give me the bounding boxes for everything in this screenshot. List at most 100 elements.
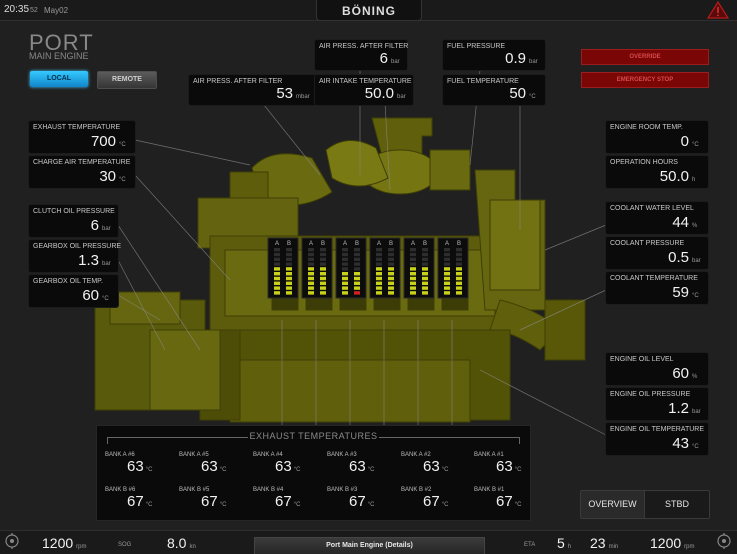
cylinder-gauge-segment <box>320 252 326 257</box>
cylinder-gauge-segment <box>286 248 292 252</box>
cylinder-gauge-segment <box>354 257 360 261</box>
cylinder-gauge-segment <box>456 248 462 252</box>
readout-unit: °C <box>529 94 536 100</box>
cylinder-gauge-label: A <box>377 241 381 247</box>
readout-label: FUEL PRESSURE <box>447 43 506 50</box>
cylinder-gauge-segment <box>320 276 326 281</box>
exhaust-cylinder: BANK A #1 63 °C <box>474 452 544 476</box>
readout-unit: °C <box>119 142 126 148</box>
cylinder-gauge-segment <box>274 272 280 276</box>
cylinder-gauge-segment <box>308 262 314 266</box>
readout-value: 59 <box>672 284 689 301</box>
cylinder-unit: °C <box>514 502 522 508</box>
stbd-button[interactable]: STBD <box>645 491 709 518</box>
readout-value: 30 <box>99 168 116 185</box>
port-rpm-value: 1200 <box>42 535 74 551</box>
cylinder-gauge-segment <box>342 291 348 295</box>
cylinder-gauge-segment <box>456 267 462 271</box>
cylinder-gauge <box>335 237 367 299</box>
cylinder-unit: °C <box>219 467 227 473</box>
cylinder-gauge-segment <box>422 291 428 295</box>
cylinder-gauge-segment <box>274 276 280 281</box>
readout-unit: bar <box>391 59 400 65</box>
eta-hours: 5h <box>557 535 571 551</box>
cylinder-gauge-segment <box>388 281 394 285</box>
exhaust-cylinder: BANK B #3 67 °C <box>327 487 397 511</box>
overview-button[interactable]: OVERVIEW <box>581 491 645 518</box>
date-label: May02 <box>44 6 69 15</box>
cylinder-gauge-label: B <box>355 241 359 247</box>
cylinder-value: 63 <box>423 458 440 475</box>
readout-label: FUEL TEMPERATURE <box>447 78 519 85</box>
cylinder-gauge-label: A <box>275 241 279 247</box>
exhaust-cylinder: BANK A #2 63 °C <box>401 452 471 476</box>
eta-hours-value: 5 <box>557 535 565 551</box>
readout-label: EXHAUST TEMPERATURE <box>33 124 121 131</box>
cylinder-gauge-segment <box>342 281 348 285</box>
stbd-engine-icon <box>717 533 731 549</box>
cylinder-gauge-segment <box>354 272 360 276</box>
cylinder-gauge-segment <box>388 286 394 290</box>
cylinder-gauge-segment <box>320 267 326 271</box>
readout-unit: °C <box>692 142 699 148</box>
cylinder-gauge-segment <box>456 276 462 281</box>
cylinder-gauge-segment <box>342 276 348 281</box>
cylinder-unit: °C <box>145 502 153 508</box>
readout-label: ENGINE ROOM TEMP. <box>610 124 683 131</box>
cylinder-gauge-segment <box>410 276 416 281</box>
readout-label: OPERATION HOURS <box>610 159 678 166</box>
alarm-warning-icon[interactable] <box>707 1 729 19</box>
cylinder-gauge-segment <box>274 262 280 266</box>
readout-value: 1.3 <box>78 252 99 269</box>
cylinder-gauge-segment <box>444 252 450 257</box>
remote-mode-button[interactable]: REMOTE <box>97 71 157 89</box>
cylinder-gauge-segment <box>410 272 416 276</box>
cylinder-gauge-segment <box>274 267 280 271</box>
cylinder-gauge-segment <box>456 272 462 276</box>
readout-label: ENGINE OIL LEVEL <box>610 356 674 363</box>
port-rpm: 1200 rpm <box>42 535 87 551</box>
eta-minutes-value: 23 <box>590 535 606 551</box>
cylinder-gauge-segment <box>308 267 314 271</box>
cylinder-unit: °C <box>367 502 375 508</box>
cylinder-gauge-label: A <box>411 241 415 247</box>
local-mode-button[interactable]: LOCAL <box>30 71 88 87</box>
override-button[interactable]: OVERRIDE <box>581 49 709 65</box>
cylinder-gauge-segment <box>422 272 428 276</box>
engine-subtitle: MAIN ENGINE <box>29 51 89 61</box>
cylinder-gauge-segment <box>286 291 292 295</box>
cylinder-gauge-segment <box>286 267 292 271</box>
cylinder-gauge-segment <box>354 291 360 295</box>
cylinder-unit: °C <box>514 467 522 473</box>
readout-engine-room-temp: ENGINE ROOM TEMP. 0 °C <box>606 121 708 153</box>
exhaust-cylinder: BANK B #2 67 °C <box>401 487 471 511</box>
readout-value: 50.0 <box>659 168 689 185</box>
cylinder-unit: °C <box>367 467 375 473</box>
clock-time: 20:3552 <box>4 4 38 15</box>
cylinder-gauge-segment <box>388 267 394 271</box>
cylinder-gauge-segment <box>410 291 416 295</box>
details-button[interactable]: Port Main Engine (Details) <box>254 537 485 554</box>
cylinder-gauge-segment <box>320 248 326 252</box>
cylinder-value: 67 <box>349 493 366 510</box>
cylinder-gauge-segment <box>456 257 462 261</box>
cylinder-gauge-segment <box>286 272 292 276</box>
cylinder-gauge-segment <box>388 272 394 276</box>
view-switcher: OVERVIEW STBD <box>580 490 710 519</box>
readout-unit: °C <box>692 444 699 450</box>
clock-seconds: 52 <box>30 7 38 14</box>
cylinder-gauge-segment <box>308 252 314 257</box>
emergency-stop-button[interactable]: EMERGENCY STOP <box>581 72 709 88</box>
readout-gearbox-oil-temp: GEARBOX OIL TEMP. 60 °C <box>29 275 118 307</box>
cylinder-value: 67 <box>127 493 144 510</box>
readout-label: COOLANT WATER LEVEL <box>610 205 694 212</box>
cylinder-gauge-segment <box>376 262 382 266</box>
cylinder-gauge-segment <box>376 286 382 290</box>
sog-unit: kn <box>189 544 196 550</box>
cylinder-gauge-segment <box>388 291 394 295</box>
cylinder-gauge-segment <box>342 248 348 252</box>
cylinder-gauge-segment <box>320 272 326 276</box>
readout-engine-oil-level: ENGINE OIL LEVEL 60% <box>606 353 708 385</box>
cylinder-gauge-label: B <box>287 241 291 247</box>
cylinder-gauge-segment <box>320 286 326 290</box>
